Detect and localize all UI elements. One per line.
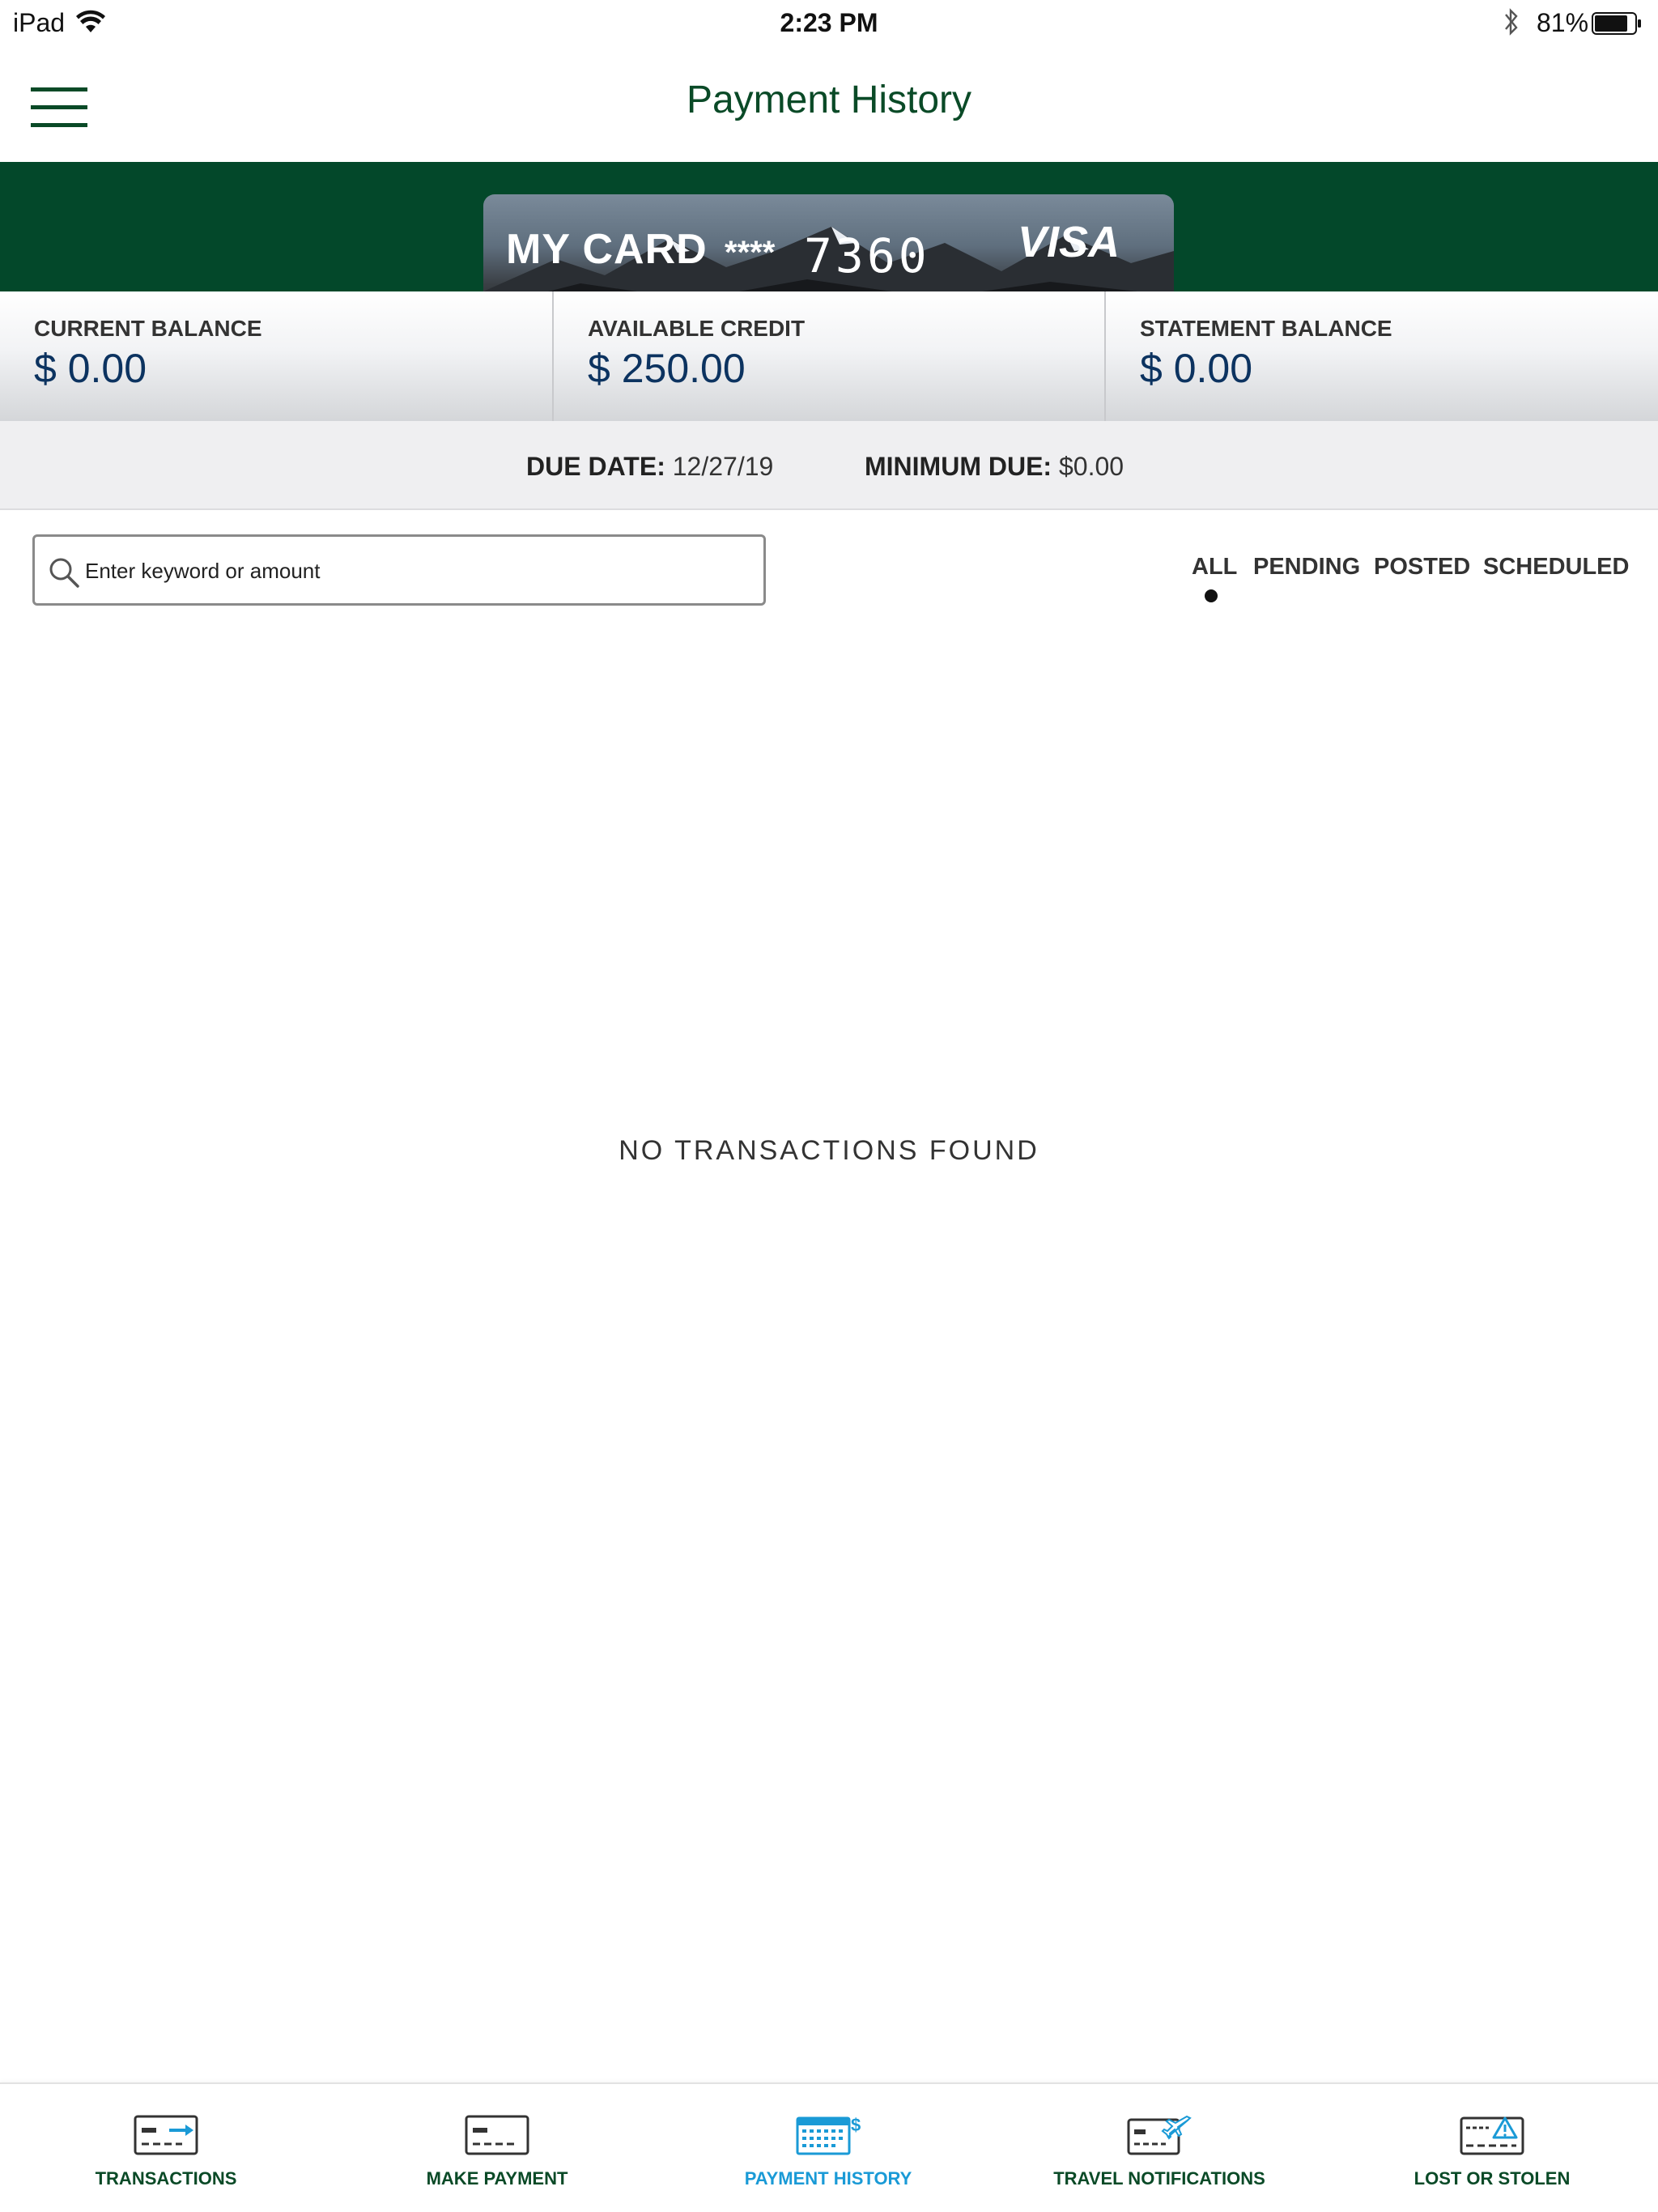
tab-lost-or-stolen-label: LOST OR STOLEN [1414, 2168, 1571, 2189]
available-credit: AVAILABLE CREDIT $ 250.00 [552, 291, 1104, 421]
svg-text:$: $ [851, 2115, 861, 2135]
balance-summary: CURRENT BALANCE $ 0.00 AVAILABLE CREDIT … [0, 291, 1658, 421]
due-info-bar: DUE DATE: 12/27/19 MINIMUM DUE: $0.00 [0, 421, 1658, 510]
tab-travel-notifications[interactable]: TRAVEL NOTIFICATIONS [993, 2084, 1325, 2212]
current-balance: CURRENT BALANCE $ 0.00 [0, 291, 552, 421]
make-payment-card-icon [465, 2115, 529, 2155]
search-box[interactable] [32, 534, 766, 606]
card-banner: MY CARD **** 7360 VISA [0, 162, 1658, 291]
available-credit-value: $ 250.00 [588, 346, 746, 391]
statement-balance-value: $ 0.00 [1140, 346, 1253, 391]
battery-icon [1592, 12, 1641, 35]
credit-card[interactable]: MY CARD **** 7360 VISA [483, 194, 1174, 291]
tab-lost-or-stolen[interactable]: LOST OR STOLEN [1326, 2084, 1658, 2212]
due-date-label: DUE DATE: [526, 452, 665, 481]
statement-balance-label: STATEMENT BALANCE [1140, 316, 1392, 341]
current-balance-value: $ 0.00 [34, 346, 147, 391]
filter-scheduled[interactable]: SCHEDULED [1483, 554, 1629, 581]
minimum-due: MINIMUM DUE: $0.00 [865, 452, 1124, 482]
tab-payment-history[interactable]: $ PAYMENT HISTORY [662, 2084, 994, 2212]
tab-travel-notifications-label: TRAVEL NOTIFICATIONS [1053, 2168, 1265, 2189]
tab-transactions[interactable]: TRANSACTIONS [0, 2084, 332, 2212]
filter-all[interactable]: ALL [1192, 554, 1237, 581]
status-bar: iPad 2:23 PM 81% [0, 0, 1658, 45]
statement-balance: STATEMENT BALANCE $ 0.00 [1104, 291, 1656, 421]
transactions-card-icon [134, 2115, 198, 2155]
bottom-tab-bar: TRANSACTIONS MAKE PAYMENT $ PAYMENT HIST… [0, 2082, 1658, 2212]
travel-card-plane-icon [1127, 2115, 1192, 2155]
card-mask: **** [725, 235, 776, 270]
available-credit-label: AVAILABLE CREDIT [588, 316, 806, 341]
active-filter-indicator [1205, 589, 1218, 602]
due-date-value: 12/27/19 [672, 452, 774, 481]
due-date: DUE DATE: 12/27/19 [526, 452, 773, 482]
tab-make-payment[interactable]: MAKE PAYMENT [331, 2084, 663, 2212]
nav-header: Payment History [0, 45, 1658, 162]
status-time: 2:23 PM [780, 8, 878, 37]
empty-state-message: NO TRANSACTIONS FOUND [619, 1135, 1039, 1166]
tab-payment-history-label: PAYMENT HISTORY [744, 2168, 912, 2189]
tab-transactions-label: TRANSACTIONS [95, 2168, 237, 2189]
battery-percent: 81% [1537, 8, 1589, 37]
filter-posted[interactable]: POSTED [1374, 554, 1470, 581]
minimum-due-label: MINIMUM DUE: [865, 452, 1052, 481]
current-balance-label: CURRENT BALANCE [34, 316, 262, 341]
card-name: MY CARD [506, 226, 708, 273]
card-last-digits: 7360 [804, 228, 930, 283]
lost-card-warning-icon [1460, 2116, 1524, 2155]
bluetooth-icon [1505, 8, 1518, 36]
filter-pending[interactable]: PENDING [1253, 554, 1360, 581]
payment-history-calendar-icon: $ [796, 2115, 861, 2155]
search-input[interactable] [85, 548, 749, 593]
page-title: Payment History [686, 79, 972, 121]
card-brand-logo: VISA [1018, 218, 1120, 266]
tab-make-payment-label: MAKE PAYMENT [426, 2168, 568, 2189]
search-icon [49, 558, 79, 588]
minimum-due-value: $0.00 [1058, 452, 1124, 481]
